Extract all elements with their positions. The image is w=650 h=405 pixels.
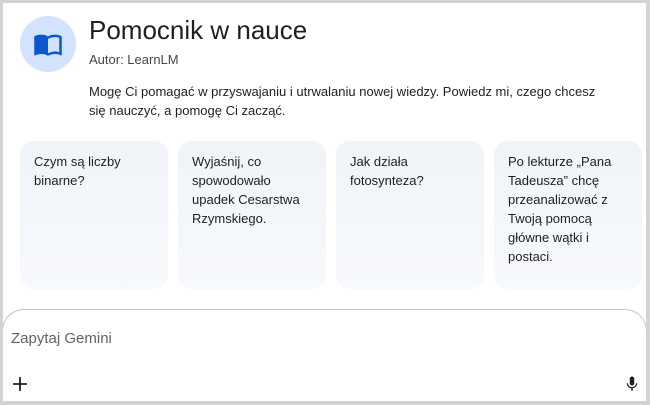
prompt-input[interactable] xyxy=(11,326,611,350)
add-button[interactable] xyxy=(8,372,32,396)
open-book-icon xyxy=(34,34,62,56)
suggestion-card[interactable]: Wyjaśnij, co spowodowało upadek Cesarstw… xyxy=(178,141,326,289)
microphone-icon xyxy=(626,376,638,391)
microphone-button[interactable] xyxy=(620,372,644,396)
plus-icon xyxy=(13,377,27,391)
suggestion-card[interactable]: Po lekturze „Pana Tadeusza” chcę przeana… xyxy=(494,141,642,289)
suggestion-cards: Czym są liczby binarne? Wyjaśnij, co spo… xyxy=(20,141,646,291)
prompt-box xyxy=(3,309,646,401)
app-window: Pomocnik w nauce Autor: LearnLM Mogę Ci … xyxy=(3,3,646,401)
suggestion-card[interactable]: Czym są liczby binarne? xyxy=(20,141,168,289)
gem-title: Pomocnik w nauce xyxy=(89,15,308,45)
suggestion-card[interactable]: Jak działa fotosynteza? xyxy=(336,141,484,289)
gem-avatar xyxy=(20,16,76,72)
gem-description: Mogę Ci pomagać w przyswajaniu i utrwala… xyxy=(89,84,596,118)
gem-author: Autor: LearnLM xyxy=(89,52,179,67)
